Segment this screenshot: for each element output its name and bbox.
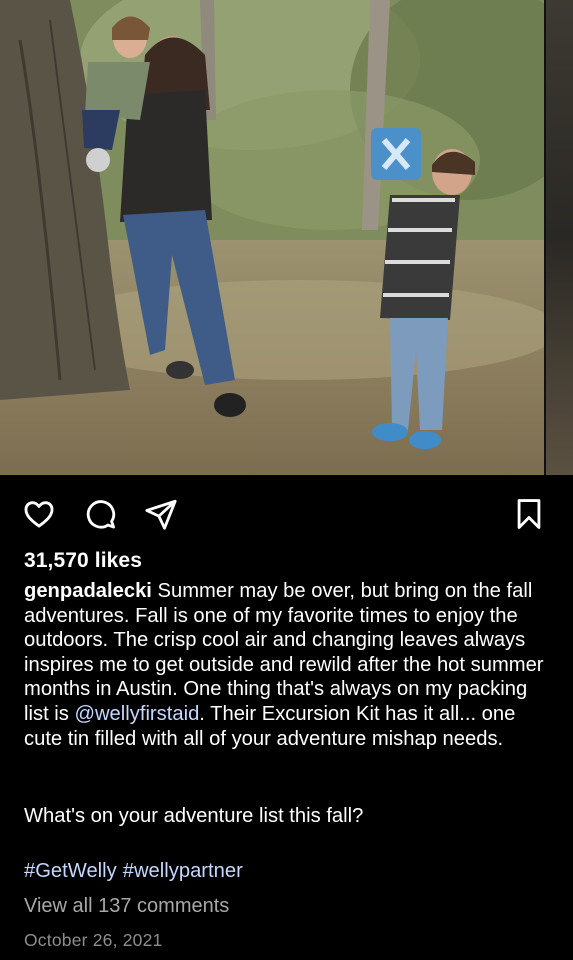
save-button[interactable] [509,494,549,534]
likes-count[interactable]: 31,570 likes [24,549,142,573]
hashtag-wellypartner[interactable]: #wellypartner [123,860,243,882]
caption-question: What's on your adventure list this fall? [24,805,364,827]
caption-username[interactable]: genpadalecki [24,580,152,602]
like-button[interactable] [19,494,59,534]
comment-button[interactable] [80,494,120,534]
share-button[interactable] [141,494,181,534]
caption-mention-link[interactable]: @wellyfirstaid [74,703,199,725]
heart-icon [24,501,54,528]
bookmark-icon [517,499,541,529]
hashtag-list: #GetWelly #wellypartner [24,860,243,883]
hashtag-getwelly[interactable]: #GetWelly [24,860,117,882]
next-photo-peek [544,0,573,475]
post-date: October 26, 2021 [24,930,163,950]
paper-plane-icon [145,499,177,530]
view-all-comments-link[interactable]: View all 137 comments [24,895,229,918]
post-photo[interactable] [0,0,573,475]
comment-bubble-icon [86,500,116,529]
post-caption: genpadalecki Summer may be over, but bri… [24,579,554,751]
post-action-bar [0,490,573,538]
photo-scene [0,0,573,475]
